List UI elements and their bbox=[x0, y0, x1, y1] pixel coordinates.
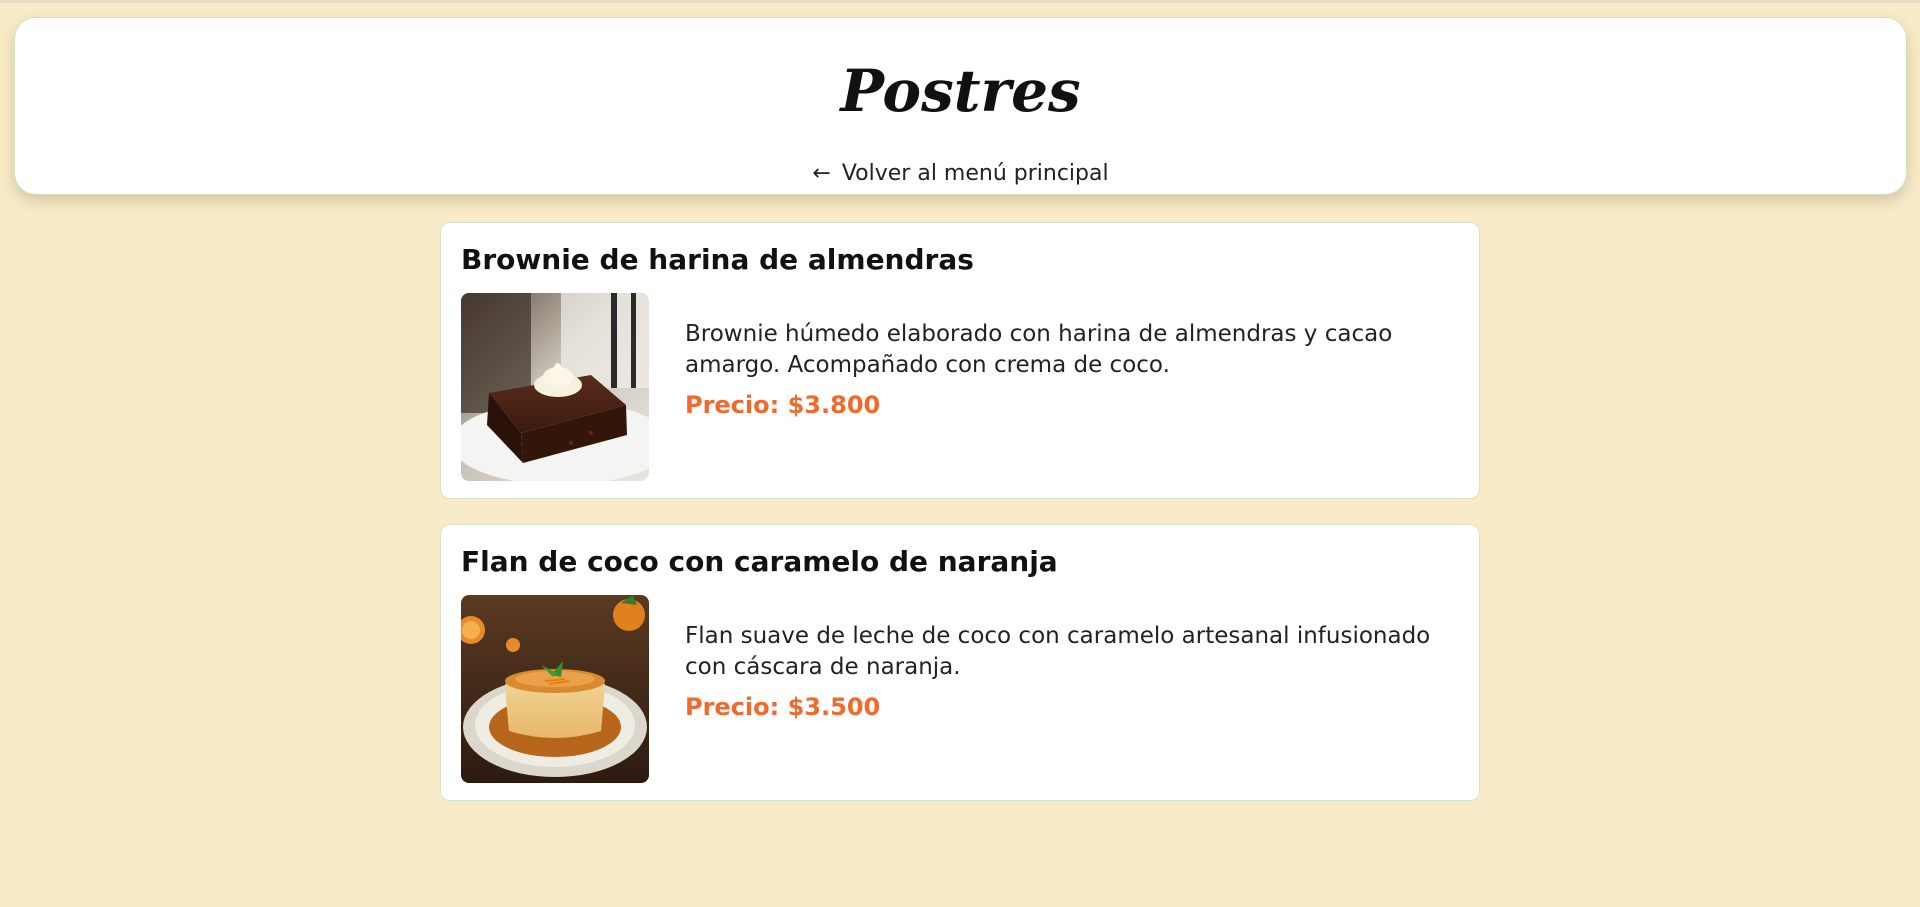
back-arrow-icon: ← bbox=[812, 161, 831, 186]
dessert-card-flan: Flan de coco con caramelo de naranja Fla… bbox=[440, 524, 1480, 801]
top-border bbox=[0, 0, 1920, 3]
page-title: Postres bbox=[840, 57, 1081, 125]
dessert-info: Brownie húmedo elaborado con harina de a… bbox=[685, 319, 1445, 419]
dessert-title: Brownie de harina de almendras bbox=[461, 243, 974, 276]
dessert-title: Flan de coco con caramelo de naranja bbox=[461, 545, 1058, 578]
dessert-description: Brownie húmedo elaborado con harina de a… bbox=[685, 321, 1393, 378]
dessert-price: Precio: $3.500 bbox=[685, 693, 881, 721]
back-link-label: Volver al menú principal bbox=[841, 161, 1109, 186]
back-to-menu-link[interactable]: ← Volver al menú principal bbox=[15, 161, 1906, 186]
dessert-card-brownie: Brownie de harina de almendras Brownie h… bbox=[440, 222, 1480, 499]
dessert-price: Precio: $3.800 bbox=[685, 391, 881, 419]
brownie-image bbox=[461, 293, 649, 481]
dessert-description: Flan suave de leche de coco con caramelo… bbox=[685, 623, 1431, 680]
flan-image bbox=[461, 595, 649, 783]
dessert-info: Flan suave de leche de coco con caramelo… bbox=[685, 621, 1445, 721]
page-header: Postres ← Volver al menú principal bbox=[14, 17, 1907, 195]
